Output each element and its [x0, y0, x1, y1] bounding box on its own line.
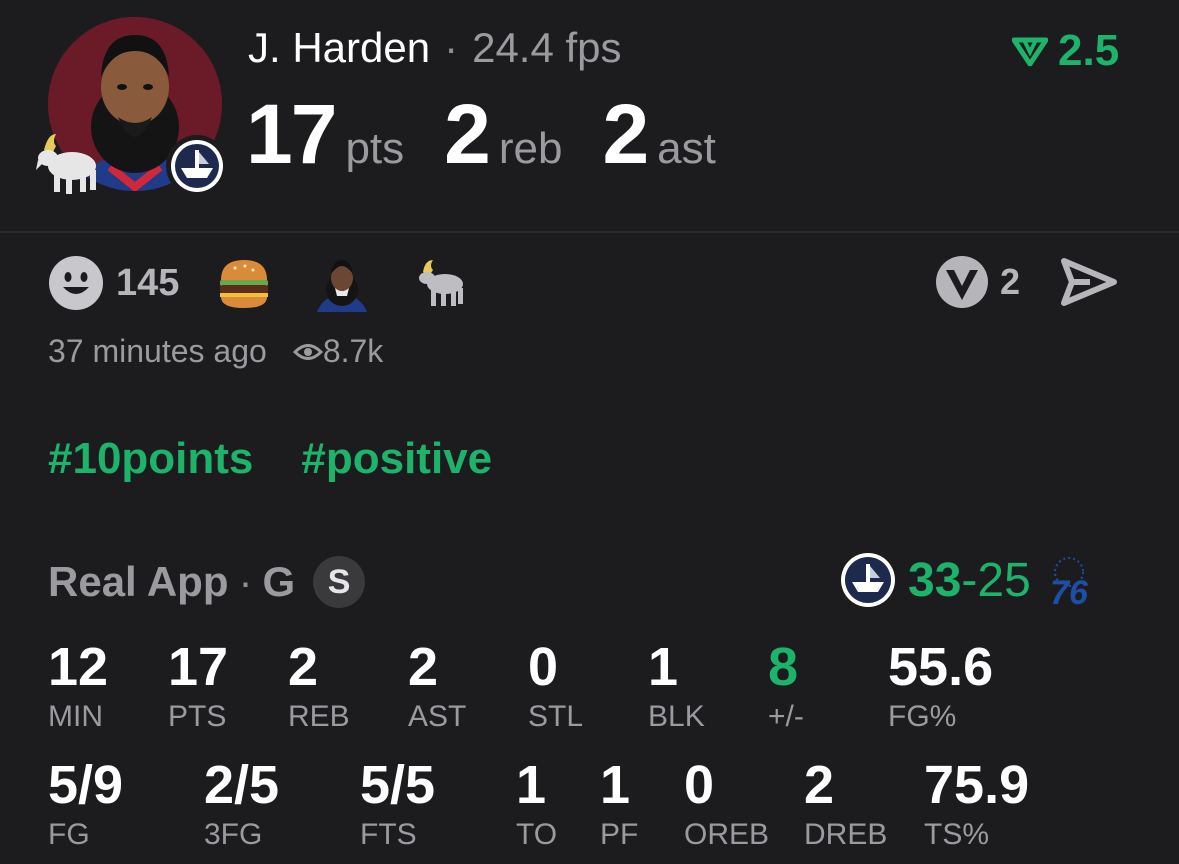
stat-label: TS%: [924, 818, 990, 851]
stat-label: PTS: [168, 700, 227, 733]
stat-value: 8: [768, 637, 799, 697]
stat-label: BLK: [648, 700, 705, 733]
sixers-logo-icon: 76: [1050, 557, 1089, 608]
post-actions: 2: [934, 254, 1118, 310]
stat-value: 2: [804, 755, 835, 815]
source-app: Real App: [48, 558, 229, 605]
stat-value: 1: [516, 755, 547, 815]
stat-label: AST: [408, 700, 467, 733]
stat-oreb: 0 OREB: [684, 758, 769, 852]
smiley-face-icon[interactable]: [48, 255, 104, 311]
realapp-v-icon: [1012, 37, 1048, 66]
stat-pf: 1 PF: [600, 758, 638, 852]
stat-value: 0: [684, 755, 715, 815]
rebounds-label: reb: [498, 124, 563, 173]
stat-dreb: 2 DREB: [804, 758, 887, 852]
send-icon[interactable]: [1060, 257, 1118, 307]
views-value: 8.7k: [322, 333, 384, 369]
sixers-logo-text: 76: [1050, 574, 1089, 608]
separator-dot: ·: [238, 558, 253, 605]
stat-value: 55.6: [888, 637, 994, 697]
player-position: G: [262, 558, 296, 605]
stat-blk: 1 BLK: [648, 640, 705, 734]
stat-label: MIN: [48, 700, 103, 733]
separator-dot: ·: [444, 24, 459, 71]
stat-ts-pct: 75.9 TS%: [924, 758, 1029, 852]
rating-badge[interactable]: 2.5: [1012, 26, 1119, 76]
assists-value: 2: [602, 87, 649, 181]
view-count: 8.7k: [292, 333, 384, 370]
opponent-score: 25: [977, 553, 1031, 607]
realapp-count[interactable]: 2: [1000, 261, 1020, 303]
stat-value: 12: [48, 637, 109, 697]
stat-ast: 2 AST: [408, 640, 466, 734]
stat-to: 1 TO: [516, 758, 557, 852]
stat-fg-pct: 55.6 FG%: [888, 640, 993, 734]
hamburger-emoji-icon[interactable]: [215, 254, 273, 312]
stat-label: FG: [48, 818, 90, 851]
divider: [0, 231, 1179, 233]
stat-label: TO: [516, 818, 558, 851]
points-value: 17: [246, 87, 337, 181]
stat-value: 2/5: [204, 755, 280, 815]
team-logo-icon: [841, 553, 895, 607]
stat-label: 3FG: [204, 818, 263, 851]
reaction-count[interactable]: 145: [116, 262, 179, 305]
team-logo-icon: [166, 135, 228, 197]
realapp-logo-icon[interactable]: [934, 254, 990, 310]
stat-value: 1: [648, 637, 679, 697]
stat-min: 12 MIN: [48, 640, 108, 734]
stat-value: 0: [528, 637, 559, 697]
stat-value: 75.9: [924, 755, 1030, 815]
hashtag-10points[interactable]: #10points: [48, 434, 253, 483]
team-score: 33: [908, 553, 962, 607]
stat-reb: 2 REB: [288, 640, 350, 734]
stat-label: DREB: [804, 818, 888, 851]
stat-fg: 5/9 FG: [48, 758, 123, 852]
game-score[interactable]: 33-25 76: [840, 552, 1097, 608]
headline-stats: 17 pts 2 reb 2 ast: [246, 86, 756, 183]
goat-emoji-icon[interactable]: [411, 254, 469, 312]
hashtags: #10points #positive: [48, 434, 540, 484]
stat-label: PF: [600, 818, 639, 851]
stat-label: REB: [288, 700, 350, 733]
player-name-line: J. Harden · 24.4 fps: [248, 24, 622, 72]
stat-plus-minus: 8 +/-: [768, 640, 804, 734]
score-dash: -: [961, 553, 978, 607]
post-meta: 37 minutes ago 8.7k: [48, 333, 383, 370]
stat-value: 2: [408, 637, 439, 697]
stat-label: +/-: [768, 700, 804, 733]
timestamp: 37 minutes ago: [48, 333, 267, 369]
player-name[interactable]: J. Harden: [248, 24, 430, 71]
stat-3fg: 2/5 3FG: [204, 758, 279, 852]
fantasy-points: 24.4 fps: [472, 24, 622, 71]
starter-badge: S: [313, 556, 366, 608]
stat-label: STL: [528, 700, 584, 733]
points-label: pts: [345, 124, 405, 173]
rating-value: 2.5: [1058, 26, 1120, 75]
stat-label: FTS: [360, 818, 417, 851]
stat-fts: 5/5 FTS: [360, 758, 435, 852]
goat-icon: [26, 120, 106, 200]
stat-value: 17: [168, 637, 229, 697]
rebounds-value: 2: [444, 87, 491, 181]
stat-value: 5/5: [360, 755, 436, 815]
hashtag-positive[interactable]: #positive: [301, 434, 492, 483]
stat-label: FG%: [888, 700, 957, 733]
eye-icon: [292, 343, 323, 360]
assists-label: ast: [657, 124, 716, 173]
game-source: Real App · G S: [48, 556, 366, 608]
stat-stl: 0 STL: [528, 640, 583, 734]
stat-label: OREB: [684, 818, 770, 851]
stat-value: 5/9: [48, 755, 124, 815]
stat-pts: 17 PTS: [168, 640, 228, 734]
stat-value: 1: [600, 755, 631, 815]
bearded-face-emoji-icon[interactable]: [313, 254, 371, 312]
stat-value: 2: [288, 637, 319, 697]
reactions-bar: 145: [48, 254, 509, 312]
